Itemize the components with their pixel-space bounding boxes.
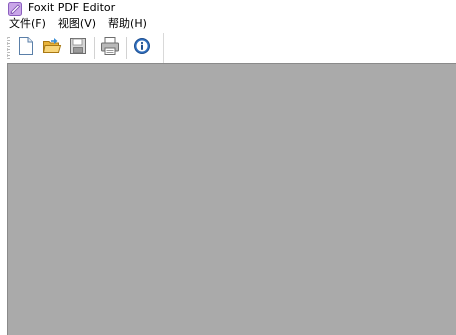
title-bar: Foxit PDF Editor [0,0,456,16]
open-folder-icon [42,37,62,59]
save-button[interactable] [67,37,89,59]
toolbar-separator [94,37,95,59]
window-title: Foxit PDF Editor [28,1,116,14]
about-button[interactable] [131,37,153,59]
foxit-app-icon [8,1,22,16]
print-button[interactable] [99,37,121,59]
menu-bar: 文件(F) 视图(V) 帮助(H) [0,16,456,32]
toolbar [0,33,456,63]
toolbar-separator [126,37,127,59]
toolbar-grip-handle[interactable] [7,37,10,59]
print-icon [100,36,120,60]
open-button[interactable] [41,37,63,59]
app-window: Foxit PDF Editor 文件(F) 视图(V) 帮助(H) [0,0,456,335]
info-icon [133,37,151,59]
new-document-button[interactable] [15,37,37,59]
new-document-icon [17,36,35,60]
save-disk-icon [69,37,87,59]
menu-view[interactable]: 视图(V) [58,17,96,31]
document-workspace[interactable] [7,63,456,335]
menu-file[interactable]: 文件(F) [9,17,46,31]
toolbar-end-divider [163,33,164,63]
menu-help[interactable]: 帮助(H) [108,17,147,31]
